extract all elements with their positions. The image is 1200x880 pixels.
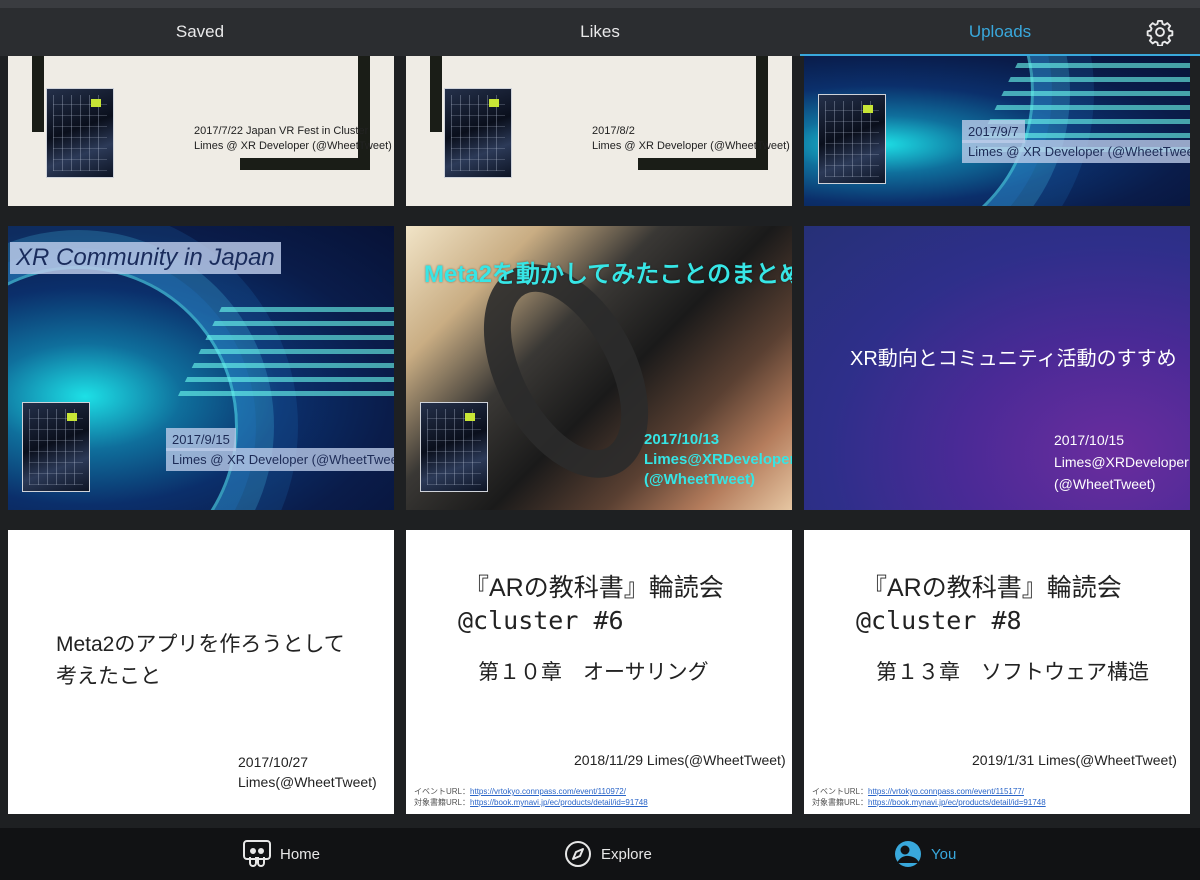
slide-subtitle: 第１３章 ソフトウェア構造 — [876, 661, 1149, 684]
tab-uploads[interactable]: Uploads — [800, 8, 1200, 56]
tab-saved[interactable]: Saved — [0, 8, 400, 56]
slide-thumbnail — [46, 88, 114, 178]
user-circle-icon — [895, 841, 921, 867]
slide-author: Limes@XRDeveloper — [1054, 454, 1189, 470]
top-tab-bar: Saved Likes Uploads — [0, 0, 1200, 56]
event-url-link[interactable]: https://vrtokyo.connpass.com/event/11517… — [868, 787, 1024, 796]
slide-title: Meta2のアプリを作ろうとして — [56, 633, 345, 656]
slide-card[interactable]: XR動向とコミュニティ活動のすすめ 2017/10/15 Limes@XRDev… — [804, 226, 1190, 510]
slide-author: Limes @ XR Developer (@WheetTweet) — [194, 140, 392, 152]
slide-thumbnail — [818, 94, 886, 184]
compass-icon — [565, 841, 591, 867]
nav-home-label: Home — [280, 845, 321, 863]
nav-you-label: You — [931, 845, 957, 863]
slide-card[interactable]: 『ARの教科書』輪読会 @cluster #6 第１０章 オーサリング 2018… — [406, 530, 792, 814]
slide-title: XR動向とコミュニティ活動のすすめ — [850, 348, 1177, 370]
slide-title: @cluster #6 — [458, 606, 624, 635]
slide-title: XR Community in Japan — [10, 242, 281, 274]
event-url-link[interactable]: https://vrtokyo.connpass.com/event/11097… — [470, 787, 626, 796]
decor-bar — [430, 56, 442, 132]
slide-title: 考えたこと — [56, 665, 161, 688]
slide-card[interactable]: 『ARの教科書』輪読会 @cluster #8 第１３章 ソフトウェア構造 20… — [804, 530, 1190, 814]
decor-bar — [240, 158, 370, 170]
slide-date: 2017/8/2 — [592, 125, 635, 137]
slide-title: @cluster #8 — [856, 606, 1022, 635]
slide-thumbnail — [22, 402, 90, 492]
slide-author: Limes@XRDeveloper — [644, 451, 792, 468]
slide-date: 2017/7/22 Japan VR Fest in Cluster — [194, 125, 369, 137]
book-url-line: 対象書籍URL：https://book.mynavi.jp/ec/produc… — [812, 798, 1046, 807]
decor-streaks — [178, 306, 394, 396]
tab-likes[interactable]: Likes — [400, 8, 800, 56]
slide-title: 『ARの教科書』輪読会 — [464, 574, 724, 602]
nav-you[interactable]: You — [893, 828, 956, 880]
slides-grid: 2017/7/22 Japan VR Fest in Cluster Limes… — [0, 56, 1200, 828]
nav-explore[interactable]: Explore — [563, 828, 652, 880]
slide-date: 2017/10/27 — [238, 754, 309, 770]
slideshare-home-icon — [243, 840, 271, 867]
slide-author: (@WheetTweet) — [644, 471, 756, 488]
decor-bar — [638, 158, 768, 170]
slide-footer: 2018/11/29 Limes(@WheetTweet) — [574, 752, 786, 768]
slide-card[interactable]: Meta2のアプリを作ろうとして 考えたこと 2017/10/27 Limes(… — [8, 530, 394, 814]
app-window: Saved Likes Uploads 2017/7/22 Japan VR F… — [0, 0, 1200, 880]
slide-thumbnail — [444, 88, 512, 178]
slide-subtitle: 第１０章 オーサリング — [478, 661, 709, 684]
nav-home[interactable]: Home — [242, 828, 320, 880]
slide-title: Meta2を動かしてみたことのまとめ — [424, 261, 792, 288]
slide-author: Limes(@WheetTweet) — [238, 774, 377, 790]
slide-author: Limes @ XR Developer (@WheetTweet) — [166, 448, 394, 471]
event-url-line: イベントURL：https://vrtokyo.connpass.com/eve… — [414, 787, 626, 796]
slide-author: (@WheetTweet) — [1054, 476, 1156, 492]
slide-card[interactable]: Meta2を動かしてみたことのまとめ 2017/10/13 Limes@XRDe… — [406, 226, 792, 510]
slide-footer: 2019/1/31 Limes(@WheetTweet) — [972, 752, 1177, 768]
decor-bar — [32, 56, 44, 132]
slide-author: Limes @ XR Developer (@WheetTweet) — [962, 140, 1190, 163]
slide-date: 2017/10/13 — [644, 431, 720, 448]
bottom-nav-bar: Home Explore You — [0, 828, 1200, 880]
event-url-line: イベントURL：https://vrtokyo.connpass.com/eve… — [812, 787, 1024, 796]
slide-thumbnail — [420, 402, 488, 492]
book-url-link[interactable]: https://book.mynavi.jp/ec/products/detai… — [868, 798, 1046, 807]
gear-icon[interactable] — [1146, 18, 1174, 46]
nav-explore-label: Explore — [601, 845, 652, 863]
slide-date: 2017/10/15 — [1054, 432, 1125, 448]
slide-card[interactable]: 2017/9/7 Limes @ XR Developer (@WheetTwe… — [804, 56, 1190, 206]
slide-card[interactable]: 2017/7/22 Japan VR Fest in Cluster Limes… — [8, 56, 394, 206]
slide-card[interactable]: 2017/8/2 Limes @ XR Developer (@WheetTwe… — [406, 56, 792, 206]
book-url-link[interactable]: https://book.mynavi.jp/ec/products/detai… — [470, 798, 648, 807]
book-url-line: 対象書籍URL：https://book.mynavi.jp/ec/produc… — [414, 798, 648, 807]
slide-card[interactable]: XR Community in Japan 2017/9/15 Limes @ … — [8, 226, 394, 510]
slide-title: 『ARの教科書』輪読会 — [862, 574, 1122, 602]
slide-author: Limes @ XR Developer (@WheetTweet) — [592, 140, 790, 152]
